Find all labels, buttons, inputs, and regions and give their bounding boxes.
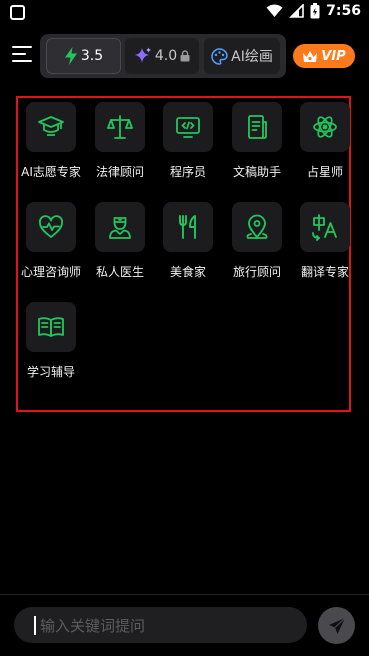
sparkle-icon <box>134 47 151 63</box>
status-bar: 7:56 <box>0 0 369 26</box>
tool-label: 翻译专家 <box>300 265 349 279</box>
tool-writing-assistant[interactable]: 文稿助手 <box>221 102 293 180</box>
tool-label: 占星师 <box>306 165 343 179</box>
scales-icon <box>107 115 133 139</box>
tool-icon-box <box>26 102 76 152</box>
question-input[interactable] <box>38 607 302 645</box>
atom-icon <box>313 116 337 138</box>
lock-icon <box>180 50 190 62</box>
model-label: AI绘画 <box>231 49 273 65</box>
map-pin-icon <box>246 214 268 239</box>
tool-icon-box <box>232 102 282 152</box>
tool-study-tutor[interactable]: 学习辅导 <box>15 302 87 380</box>
menu-button[interactable] <box>12 46 32 64</box>
tool-icon-box <box>26 202 76 252</box>
tool-label: 旅行顾问 <box>232 265 281 279</box>
battery-icon <box>310 3 320 19</box>
tool-private-doctor[interactable]: 私人医生 <box>84 202 156 280</box>
translate-icon <box>312 214 337 241</box>
model-label: 4.0 <box>154 48 178 64</box>
tool-label: 私人医生 <box>95 265 144 279</box>
tool-label: 美食家 <box>169 265 206 279</box>
send-icon <box>328 617 345 634</box>
text-cursor <box>34 616 36 635</box>
signal-icon <box>289 4 304 18</box>
model-label: 3.5 <box>80 48 104 64</box>
lightning-icon <box>64 47 77 65</box>
tool-gourmet[interactable]: 美食家 <box>152 202 224 280</box>
clock: 7:56 <box>326 3 361 19</box>
ai-painting-button[interactable]: AI绘画 <box>204 38 280 74</box>
menu-line <box>12 46 32 48</box>
open-book-icon <box>38 317 64 337</box>
tool-legal-advisor[interactable]: 法律顾问 <box>84 102 156 180</box>
send-button[interactable] <box>318 607 355 644</box>
assistant-grid: AI志愿专家 法律顾问 程序员 文稿助手 占星师 心理咨询师 私人医生 美食家 … <box>16 96 351 412</box>
tool-translation-expert[interactable]: 翻译专家 <box>289 202 361 280</box>
tool-icon-box <box>232 202 282 252</box>
tool-label: 法律顾问 <box>95 165 144 179</box>
question-input-bar[interactable] <box>14 607 307 645</box>
notification-icon <box>10 5 25 20</box>
tool-icon-box <box>163 102 213 152</box>
menu-line <box>12 60 32 62</box>
tool-icon-box <box>300 102 350 152</box>
model-switcher: 3.5 4.0 AI绘画 <box>40 34 286 78</box>
vip-label: VIP <box>321 48 346 64</box>
tool-label: 程序员 <box>169 165 206 179</box>
tool-psychologist[interactable]: 心理咨询师 <box>15 202 87 280</box>
top-bar: 3.5 4.0 AI绘画 VIP <box>0 32 369 80</box>
heart-pulse-icon <box>39 215 63 238</box>
code-monitor-icon <box>176 117 200 138</box>
crown-icon <box>303 50 318 62</box>
tool-label: 学习辅导 <box>26 365 75 379</box>
tool-icon-box <box>95 202 145 252</box>
palette-icon <box>211 47 228 65</box>
tool-label: 文稿助手 <box>232 165 281 179</box>
tool-icon-box <box>26 302 76 352</box>
wifi-icon <box>266 4 283 17</box>
doctor-icon <box>109 217 131 239</box>
tool-label: 心理咨询师 <box>20 265 81 279</box>
divider <box>0 594 369 595</box>
graduation-cap-icon <box>38 116 64 136</box>
menu-line <box>12 53 26 55</box>
model-3-5-button[interactable]: 3.5 <box>46 38 121 74</box>
tool-icon-box <box>95 102 145 152</box>
model-4-0-button[interactable]: 4.0 <box>125 38 199 74</box>
fork-knife-icon <box>179 215 196 239</box>
vip-button[interactable]: VIP <box>293 44 355 68</box>
tool-icon-box <box>300 202 350 252</box>
tool-ai-admission-expert[interactable]: AI志愿专家 <box>15 102 87 180</box>
tool-travel-advisor[interactable]: 旅行顾问 <box>221 202 293 280</box>
tool-label: AI志愿专家 <box>21 165 81 179</box>
tool-programmer[interactable]: 程序员 <box>152 102 224 180</box>
tool-astrologer[interactable]: 占星师 <box>289 102 361 180</box>
document-icon <box>248 115 267 139</box>
tool-icon-box <box>163 202 213 252</box>
status-icons: 7:56 <box>266 3 361 19</box>
